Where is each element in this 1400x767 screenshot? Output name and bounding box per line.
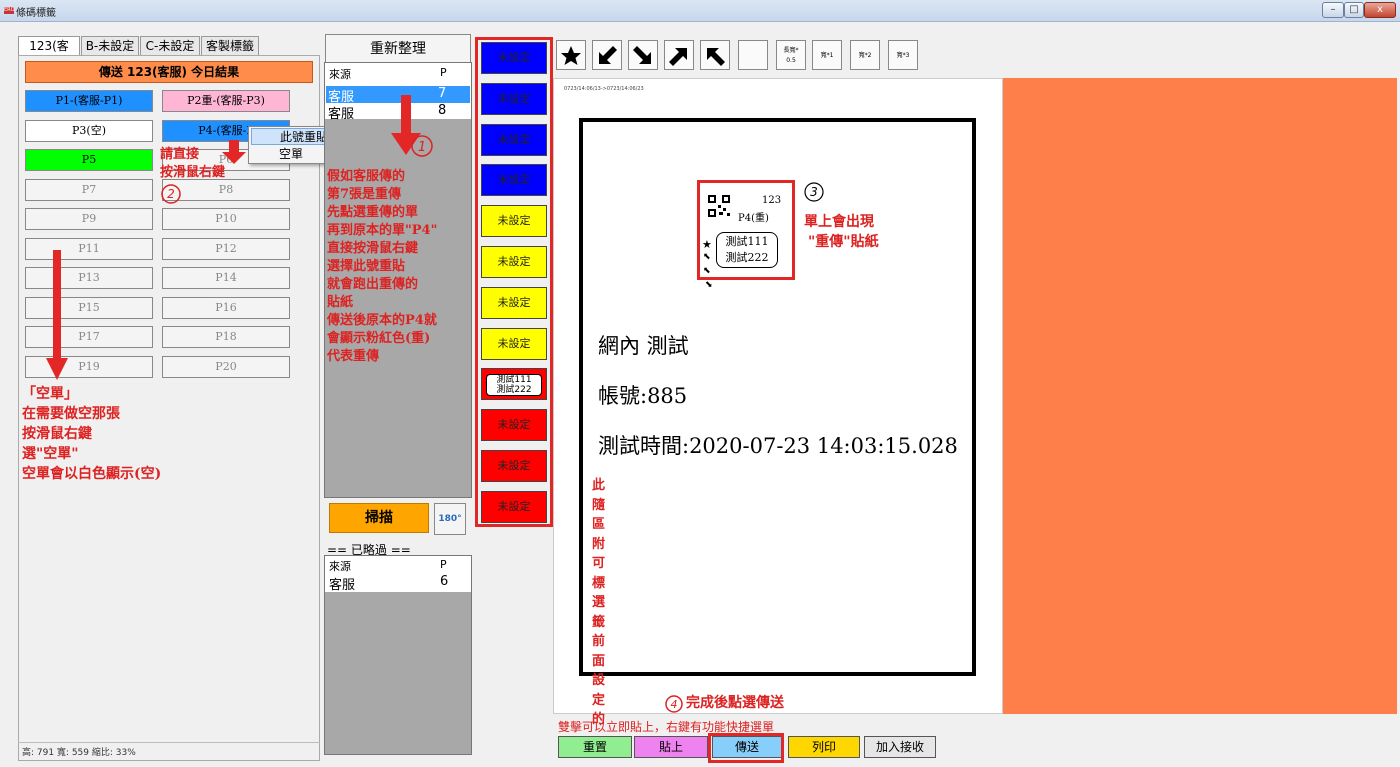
- col-header-p: P: [440, 66, 447, 79]
- label-slot[interactable]: 未設定: [481, 286, 547, 319]
- label-slot[interactable]: 未設定: [481, 205, 547, 238]
- arrow-down-right-icon: ⬊: [705, 280, 713, 290]
- p-button[interactable]: P3(空): [25, 119, 153, 142]
- svg-text:1: 1: [418, 140, 426, 155]
- label-slot[interactable]: 未設定: [481, 246, 547, 278]
- label-slot[interactable]: 未設定: [481, 409, 547, 442]
- print-button[interactable]: 列印: [788, 736, 860, 758]
- p-button[interactable]: P16: [162, 296, 290, 319]
- arrow-up-right-icon[interactable]: [664, 40, 694, 70]
- svg-text:3: 3: [810, 185, 818, 199]
- label-slot[interactable]: 未設定: [481, 450, 547, 482]
- arrow-down-left-icon[interactable]: [592, 40, 622, 70]
- arrow-up-left-icon: ⬉: [703, 252, 711, 262]
- skipped-p[interactable]: 6: [440, 574, 448, 589]
- paste-button[interactable]: 貼上: [634, 736, 708, 758]
- p-button[interactable]: P14: [162, 267, 290, 289]
- p-button[interactable]: P2重-(客服-P3): [162, 90, 290, 112]
- label-slot[interactable]: 未設定: [481, 327, 547, 360]
- size-half-button[interactable]: 長寬* 0.5: [776, 40, 806, 70]
- close-button[interactable]: x: [1364, 2, 1396, 18]
- p-button[interactable]: P1-(客服-P1): [25, 90, 153, 112]
- col-header-source: 來源: [329, 560, 351, 573]
- label-slot[interactable]: 未設定: [481, 164, 547, 197]
- label-slot[interactable]: 未設定: [481, 42, 547, 74]
- p-button[interactable]: P9: [25, 208, 153, 230]
- arrow-up-left-icon: ⬉: [703, 266, 711, 276]
- label-line-1: 網內 測試: [598, 334, 689, 358]
- note-reprint: 假如客服傳的 第7張是重傳 先點選重傳的單 再到原本的單"P4" 直接按滑鼠右鍵…: [327, 169, 438, 364]
- circle-2-icon: 2: [161, 184, 181, 204]
- note-empty: 「空單」 在需要做空那張 按滑鼠右鍵 選"空單" 空單會以白色顯示(空): [22, 386, 162, 482]
- reorganize-button[interactable]: 重新整理: [325, 34, 471, 64]
- p-button[interactable]: P20: [162, 355, 290, 378]
- orange-panel: [1003, 78, 1397, 714]
- col-header-source: 來源: [329, 68, 351, 81]
- note-side: 此隨區附可標選籤前面設定的: [592, 478, 606, 727]
- qr-number: 123: [762, 195, 782, 206]
- label-slot[interactable]: 未設定: [481, 82, 547, 115]
- svg-text:2: 2: [167, 187, 175, 201]
- label-line-3: 測試時間:2020-07-23 14:03:15.028: [598, 434, 958, 458]
- arrow-down-icon: [222, 140, 246, 164]
- arrow-down-right-icon[interactable]: [628, 40, 658, 70]
- qr-p-label: P4(重): [738, 213, 769, 224]
- p-button[interactable]: P5: [25, 149, 153, 171]
- status-bar: 高: 791 寬: 559 縮比: 33%: [18, 742, 320, 762]
- note-sticker: 單上會出現 "重傳"貼紙: [804, 214, 879, 250]
- preview-timestamp: 0723/14:06/13->0723/14:06/23: [564, 86, 644, 92]
- p-button[interactable]: P18: [162, 326, 290, 348]
- app-icon: ERO: [4, 7, 15, 14]
- width-1-button[interactable]: 寬*1: [812, 40, 842, 70]
- label-slot[interactable]: 測試111 測試222: [481, 368, 547, 401]
- svg-text:4: 4: [671, 698, 678, 711]
- label-slot[interactable]: 未設定: [481, 490, 547, 523]
- width-2-button[interactable]: 寬*2: [850, 40, 880, 70]
- tab-123[interactable]: 123(客服): [18, 36, 80, 71]
- skipped-source[interactable]: 客服: [329, 574, 355, 593]
- window-title: 條碼標籤: [16, 8, 56, 19]
- blank-button[interactable]: [738, 40, 768, 70]
- label-slot[interactable]: 未設定: [481, 123, 547, 156]
- tab-b[interactable]: B-未設定: [81, 36, 139, 56]
- star-icon: ★: [702, 238, 712, 251]
- width-3-button[interactable]: 寬*3: [888, 40, 918, 70]
- qr-code-icon: [707, 194, 731, 218]
- circle-1-icon: 1: [411, 135, 433, 157]
- p-button[interactable]: P7: [25, 178, 153, 201]
- label-line-2: 帳號:885: [598, 384, 688, 408]
- p-button[interactable]: P12: [162, 237, 290, 260]
- star-icon[interactable]: [556, 40, 586, 70]
- circle-4-icon: 4: [665, 695, 683, 713]
- note-send: 完成後點選傳送: [686, 695, 784, 711]
- p-button[interactable]: P10: [162, 208, 290, 230]
- col-header-p: P: [440, 558, 447, 571]
- maximize-button[interactable]: □: [1344, 2, 1364, 18]
- minimize-button[interactable]: –: [1322, 2, 1344, 18]
- circle-3-icon: 3: [804, 182, 824, 202]
- rotate-180-button[interactable]: 180°: [434, 503, 466, 535]
- long-arrow-down-icon: [46, 250, 68, 380]
- reset-button[interactable]: 重置: [558, 736, 632, 758]
- tab-custom[interactable]: 客製標籤: [201, 36, 259, 56]
- scan-button[interactable]: 掃描: [329, 503, 429, 533]
- tab-c[interactable]: C-未設定: [140, 36, 200, 56]
- send-highlight: [708, 733, 784, 763]
- title-bar: [0, 0, 1400, 22]
- send-today-button[interactable]: 傳送 123(客服) 今日結果: [25, 61, 313, 83]
- add-receive-button[interactable]: 加入接收: [864, 736, 936, 758]
- note-right-click: 請直接 按滑鼠右鍵: [160, 147, 226, 180]
- arrow-up-left-icon[interactable]: [700, 40, 730, 70]
- reprint-sticker: 測試111 測試222: [716, 232, 778, 268]
